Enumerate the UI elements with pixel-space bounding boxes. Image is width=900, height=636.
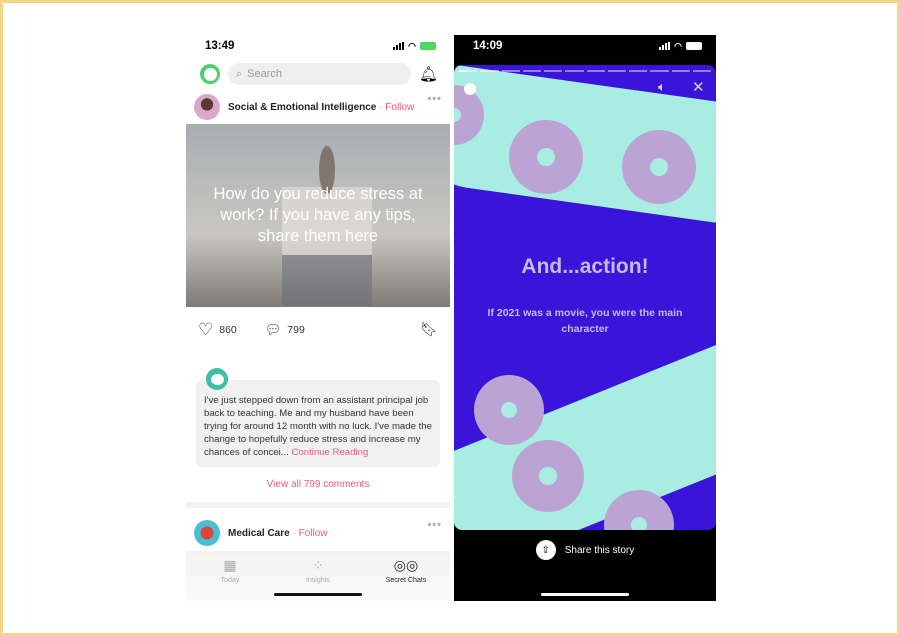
progress-segment xyxy=(544,70,563,72)
community-name[interactable]: Social & Emotional Intelligence xyxy=(228,102,376,113)
community-avatar[interactable] xyxy=(194,94,220,120)
heart-icon[interactable]: ♡ xyxy=(198,320,213,340)
status-bar: 14:09 ◠ xyxy=(454,35,716,57)
battery-icon xyxy=(686,42,702,50)
share-story-button[interactable]: ⇪ Share this story xyxy=(454,540,716,560)
progress-segment xyxy=(459,70,478,72)
story-progress xyxy=(459,70,711,72)
search-input[interactable]: ⌕ Search xyxy=(228,63,411,85)
continue-reading-link[interactable]: Continue Reading xyxy=(291,447,368,458)
story-title: And...action! xyxy=(521,255,649,278)
spotify-icon xyxy=(464,83,476,95)
wifi-icon: ◠ xyxy=(674,40,682,51)
bell-icon[interactable]: 🔔︎ xyxy=(419,65,438,83)
bookmark-icon[interactable]: 🔖︎ xyxy=(420,321,438,338)
signal-icon xyxy=(393,42,405,50)
search-icon: ⌕ xyxy=(236,67,243,80)
clock: 13:49 xyxy=(205,40,235,52)
tab-label: Today xyxy=(220,577,240,584)
home-indicator xyxy=(541,593,629,596)
tab-today[interactable]: ▦ Today xyxy=(200,557,260,601)
story-subtitle: If 2021 was a movie, you were the main c… xyxy=(487,307,683,335)
commenter-avatar xyxy=(206,368,228,390)
progress-segment xyxy=(480,70,499,72)
tab-label: Secret Chats xyxy=(385,577,427,584)
progress-segment xyxy=(501,70,520,72)
share-icon: ⇪ xyxy=(535,540,556,560)
progress-segment xyxy=(692,70,711,72)
calendar-icon: ▦ xyxy=(223,557,237,573)
follow-button[interactable]: Follow xyxy=(385,102,414,113)
comment-icon[interactable]: 💬︎ xyxy=(265,322,282,338)
status-bar: 13:49 ◠ xyxy=(186,35,450,57)
follow-button[interactable]: Follow xyxy=(299,528,328,539)
tab-secret-chats[interactable]: ◎◎ Secret Chats xyxy=(376,557,436,601)
progress-segment xyxy=(629,70,648,72)
signal-icon xyxy=(659,42,671,50)
post-header: Medical Care · Follow ••• xyxy=(186,516,450,550)
outer-frame xyxy=(0,0,900,636)
community-avatar[interactable] xyxy=(194,520,220,546)
post-image[interactable]: How do you reduce stress at work? If you… xyxy=(186,124,450,307)
right-phone-screen: 14:09 ◠ 🔈︎ ✕ And...action! If 2021 was a… xyxy=(454,35,716,601)
view-all-comments-link[interactable]: View all 799 comments xyxy=(186,479,450,490)
post-header: Social & Emotional Intelligence · Follow… xyxy=(186,90,450,124)
progress-segment xyxy=(522,70,541,72)
clock: 14:09 xyxy=(473,40,503,52)
story-card[interactable]: 🔈︎ ✕ And...action! If 2021 was a movie, … xyxy=(454,65,716,530)
grid-icon: ⁘ xyxy=(312,557,324,573)
battery-icon xyxy=(420,42,436,50)
progress-segment xyxy=(607,70,626,72)
progress-segment xyxy=(650,70,669,72)
close-icon[interactable]: ✕ xyxy=(692,78,705,96)
top-comment[interactable]: I've just stepped down from an assistant… xyxy=(196,368,440,467)
more-icon[interactable]: ••• xyxy=(427,519,442,531)
tab-label: Insights xyxy=(305,577,331,584)
progress-segment xyxy=(586,70,605,72)
home-indicator xyxy=(274,593,362,596)
community-name[interactable]: Medical Care xyxy=(228,528,290,539)
progress-segment xyxy=(565,70,584,72)
progress-segment xyxy=(671,70,690,72)
mask-icon: ◎◎ xyxy=(393,557,419,573)
wifi-icon: ◠ xyxy=(408,40,416,51)
search-placeholder: Search xyxy=(247,68,283,80)
post-question: How do you reduce stress at work? If you… xyxy=(213,185,423,245)
left-phone-screen: 13:49 ◠ ⌕ Search 🔔︎ Social & Emotional In… xyxy=(186,35,450,601)
like-count: 860 xyxy=(219,323,237,336)
comment-count: 799 xyxy=(287,323,305,336)
app-logo[interactable] xyxy=(200,64,220,84)
more-icon[interactable]: ••• xyxy=(427,93,442,105)
share-label: Share this story xyxy=(564,544,635,556)
volume-icon[interactable]: 🔈︎ xyxy=(658,79,666,95)
